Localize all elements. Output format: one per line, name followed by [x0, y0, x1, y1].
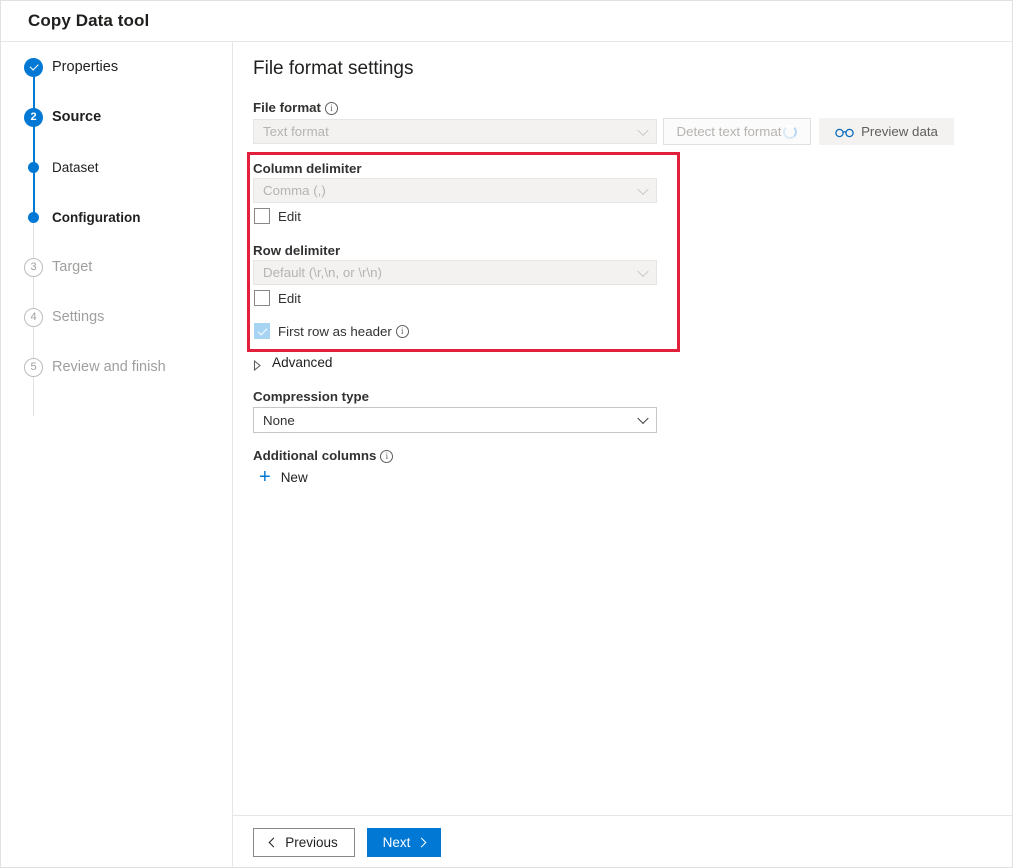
- sidebar-step-label: Configuration: [52, 210, 140, 225]
- wizard-footer: Previous Next: [233, 815, 1012, 867]
- main-content: File format settings File format i Text f…: [233, 42, 1012, 867]
- sidebar-step-label: Properties: [52, 59, 118, 75]
- chevron-right-icon: [417, 838, 427, 848]
- step-number-badge: 5: [24, 358, 43, 377]
- previous-label: Previous: [285, 835, 338, 850]
- row-delimiter-dropdown[interactable]: Default (\r,\n, or \r\n): [253, 260, 657, 285]
- chevron-down-icon: [637, 183, 648, 194]
- file-format-value: Text format: [263, 124, 329, 139]
- additional-columns-label-row: Additional columns i: [253, 447, 393, 465]
- advanced-expander[interactable]: Advanced: [253, 355, 332, 370]
- add-new-column-label: New: [281, 470, 308, 485]
- next-label: Next: [383, 835, 411, 850]
- sidebar-step-source[interactable]: 2 Source: [1, 92, 233, 142]
- advanced-label: Advanced: [272, 355, 332, 370]
- column-delimiter-label: Column delimiter: [253, 161, 362, 176]
- chevron-down-icon: [637, 413, 648, 424]
- compression-type-value: None: [263, 413, 295, 428]
- compression-type-label-row: Compression type: [253, 388, 369, 406]
- step-number-badge: 2: [24, 108, 43, 127]
- chevron-down-icon: [637, 265, 648, 276]
- info-icon[interactable]: i: [380, 450, 393, 463]
- chevron-down-icon: [637, 124, 648, 135]
- sidebar-step-label: Source: [52, 109, 101, 125]
- first-row-as-header-row[interactable]: First row as header i: [254, 323, 409, 339]
- row-delimiter-value: Default (\r,\n, or \r\n): [263, 265, 382, 280]
- wizard-step-list: Properties 2 Source Dataset Configuratio…: [1, 42, 233, 392]
- plus-icon: +: [259, 467, 271, 487]
- step-number-badge: 4: [24, 308, 43, 327]
- row-delimiter-label: Row delimiter: [253, 243, 340, 258]
- preview-data-label: Preview data: [861, 124, 938, 139]
- loading-spinner-icon: [783, 125, 797, 139]
- first-row-as-header-checkbox[interactable]: [254, 323, 270, 339]
- column-delimiter-dropdown[interactable]: Comma (,): [253, 178, 657, 203]
- sidebar-step-label: Settings: [52, 309, 104, 325]
- compression-type-label: Compression type: [253, 389, 369, 404]
- first-row-as-header-label: First row as header: [278, 324, 392, 339]
- sidebar-step-settings[interactable]: 4 Settings: [1, 292, 233, 342]
- sidebar-step-label: Dataset: [52, 160, 99, 175]
- compression-type-dropdown[interactable]: None: [253, 407, 657, 433]
- wizard-sidebar: Properties 2 Source Dataset Configuratio…: [1, 42, 233, 867]
- column-delimiter-edit-label: Edit: [278, 209, 301, 224]
- step-dot-icon: [28, 212, 39, 223]
- preview-data-button[interactable]: Preview data: [819, 118, 954, 145]
- column-delimiter-label-row: Column delimiter: [253, 160, 362, 178]
- sidebar-step-review-and-finish[interactable]: 5 Review and finish: [1, 342, 233, 392]
- file-format-label-row: File format i: [253, 99, 338, 117]
- step-complete-check-icon: [24, 58, 43, 77]
- sidebar-step-target[interactable]: 3 Target: [1, 242, 233, 292]
- sidebar-step-configuration[interactable]: Configuration: [1, 192, 233, 242]
- chevron-right-icon: [253, 358, 262, 368]
- column-delimiter-edit-checkbox-row[interactable]: Edit: [254, 208, 301, 224]
- previous-button[interactable]: Previous: [253, 828, 355, 857]
- row-delimiter-edit-checkbox[interactable]: [254, 290, 270, 306]
- step-dot-icon: [28, 162, 39, 173]
- section-heading: File format settings: [253, 58, 414, 80]
- info-icon[interactable]: i: [325, 102, 338, 115]
- row-delimiter-edit-label: Edit: [278, 291, 301, 306]
- file-format-label: File format: [253, 100, 321, 115]
- info-icon[interactable]: i: [396, 325, 409, 338]
- sidebar-step-label: Review and finish: [52, 359, 166, 375]
- row-delimiter-edit-checkbox-row[interactable]: Edit: [254, 290, 301, 306]
- column-delimiter-value: Comma (,): [263, 183, 326, 198]
- detect-text-format-label: Detect text format: [677, 124, 782, 139]
- column-delimiter-edit-checkbox[interactable]: [254, 208, 270, 224]
- file-format-settings-pane: File format settings File format i Text f…: [233, 42, 1012, 815]
- additional-columns-label: Additional columns: [253, 448, 376, 463]
- detect-text-format-button[interactable]: Detect text format: [663, 118, 811, 145]
- next-button[interactable]: Next: [367, 828, 441, 857]
- sidebar-step-label: Target: [52, 259, 92, 275]
- window-titlebar: Copy Data tool: [1, 1, 1012, 42]
- glasses-icon: [835, 126, 854, 137]
- copy-data-tool-window: Copy Data tool Properties 2 Source: [0, 0, 1013, 868]
- step-number-badge: 3: [24, 258, 43, 277]
- add-new-column-button[interactable]: + New: [259, 467, 308, 487]
- row-delimiter-label-row: Row delimiter: [253, 242, 340, 260]
- page-title: Copy Data tool: [28, 11, 149, 31]
- sidebar-step-dataset[interactable]: Dataset: [1, 142, 233, 192]
- file-format-dropdown[interactable]: Text format: [253, 119, 657, 144]
- sidebar-step-properties[interactable]: Properties: [1, 42, 233, 92]
- chevron-left-icon: [269, 838, 279, 848]
